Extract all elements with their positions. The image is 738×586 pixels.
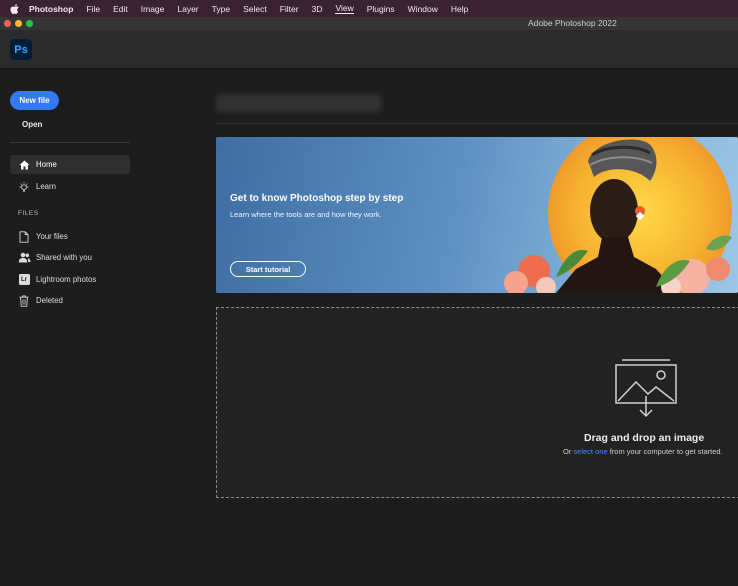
start-tutorial-button[interactable]: Start tutorial <box>230 261 306 277</box>
banner-subtext: Learn where the tools are and how they w… <box>230 210 382 219</box>
window-title-bar: Adobe Photoshop 2022 <box>0 17 738 30</box>
drop-zone-instructions: Or select one from your computer to get … <box>563 447 723 456</box>
menu-layer[interactable]: Layer <box>177 4 198 14</box>
menu-plugins[interactable]: Plugins <box>367 4 395 14</box>
menu-bar: Photoshop File Edit Image Layer Type Sel… <box>0 0 738 17</box>
photoshop-logo-icon[interactable]: Ps <box>10 39 32 60</box>
sidebar-item-home[interactable]: Home <box>10 155 130 174</box>
menu-photoshop[interactable]: Photoshop <box>29 4 73 14</box>
new-file-button[interactable]: New file <box>10 91 59 110</box>
sidebar-item-shared-with-you[interactable]: Shared with you <box>10 248 130 267</box>
sidebar-item-label: Shared with you <box>36 253 92 262</box>
menu-filter[interactable]: Filter <box>280 4 299 14</box>
apple-icon[interactable] <box>9 3 21 15</box>
sidebar-item-label: Learn <box>36 182 56 191</box>
banner-headline: Get to know Photoshop step by step <box>230 193 404 204</box>
sidebar-item-lightroom-photos[interactable]: Lr Lightroom photos <box>10 270 130 289</box>
sidebar-item-deleted[interactable]: Deleted <box>10 291 130 310</box>
menu-select[interactable]: Select <box>243 4 267 14</box>
sidebar-item-label: Home <box>36 160 57 169</box>
zoom-window-button[interactable] <box>26 20 33 27</box>
people-icon <box>17 251 31 265</box>
menu-help[interactable]: Help <box>451 4 468 14</box>
sidebar-item-your-files[interactable]: Your files <box>10 227 130 246</box>
open-button[interactable]: Open <box>22 120 42 129</box>
lightroom-icon: Lr <box>17 273 31 287</box>
drop-zone-suffix: from your computer to get started. <box>607 447 723 456</box>
menu-image[interactable]: Image <box>141 4 165 14</box>
sidebar-item-label: Deleted <box>36 296 63 305</box>
sidebar-item-learn[interactable]: Learn <box>10 177 130 196</box>
image-upload-icon <box>614 356 678 425</box>
drop-zone-title: Drag and drop an image <box>584 432 705 444</box>
window-title: Adobe Photoshop 2022 <box>528 18 617 28</box>
sidebar-item-label: Lightroom photos <box>36 275 97 284</box>
trash-icon <box>17 294 31 308</box>
home-icon <box>17 158 31 172</box>
files-section-label: FILES <box>18 210 39 217</box>
drop-zone[interactable]: Drag and drop an image Or select one fro… <box>216 307 738 498</box>
sidebar-item-label: Your files <box>36 232 68 241</box>
menu-3d[interactable]: 3D <box>312 4 323 14</box>
menu-view[interactable]: View <box>335 3 354 14</box>
sidebar-divider <box>10 142 130 143</box>
file-icon <box>17 230 31 244</box>
drop-zone-prefix: Or <box>563 447 574 456</box>
tutorial-banner: Get to know Photoshop step by step Learn… <box>216 137 738 293</box>
menu-window[interactable]: Window <box>408 4 438 14</box>
minimize-window-button[interactable] <box>15 20 22 27</box>
close-window-button[interactable] <box>4 20 11 27</box>
menu-type[interactable]: Type <box>212 4 230 14</box>
menu-edit[interactable]: Edit <box>113 4 128 14</box>
sidebar: New file Open Home Learn FILES Your file… <box>0 69 145 586</box>
select-file-link[interactable]: select one <box>573 447 607 456</box>
main-divider <box>216 123 738 124</box>
menu-file[interactable]: File <box>86 4 100 14</box>
lightbulb-icon <box>17 180 31 194</box>
app-header: Ps <box>0 30 738 69</box>
welcome-heading-blurred <box>216 94 381 112</box>
